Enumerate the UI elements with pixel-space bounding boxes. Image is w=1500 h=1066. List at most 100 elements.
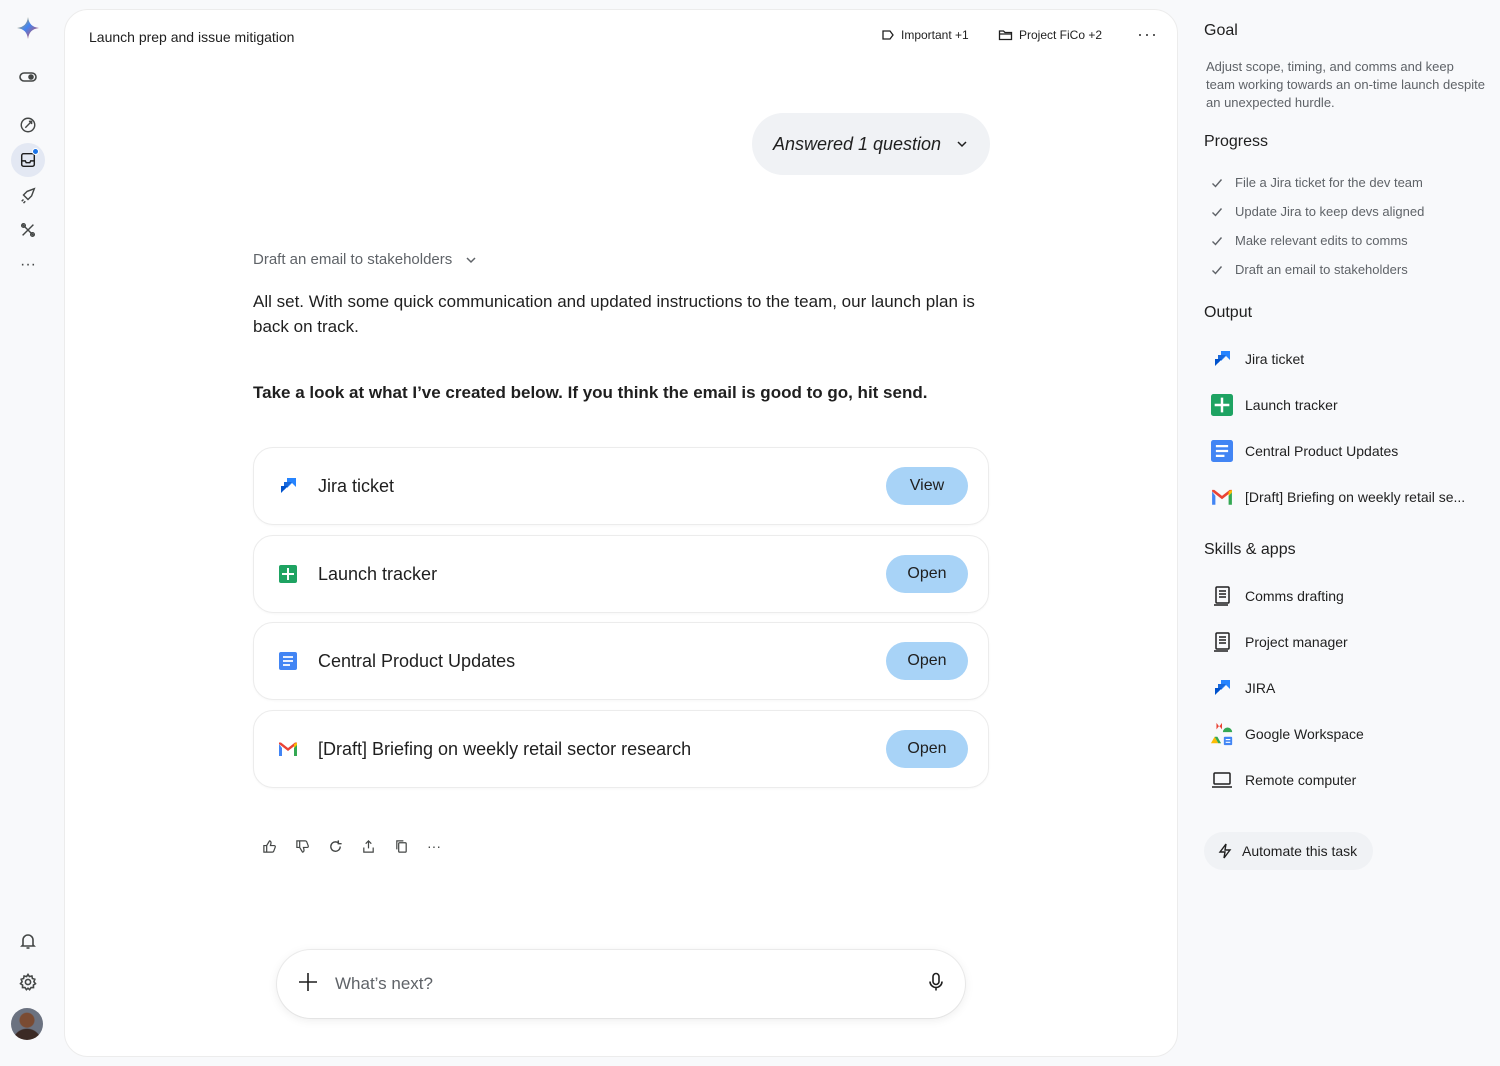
docs-icon: [1210, 439, 1234, 463]
bell-icon[interactable]: [11, 924, 45, 958]
skill-item-google-workspace[interactable]: Google Workspace: [1210, 720, 1364, 748]
checkmark-icon: [1212, 178, 1223, 188]
output-item-jira[interactable]: Jira ticket: [1210, 347, 1304, 371]
laptop-icon: [1210, 768, 1234, 792]
automate-task-button[interactable]: Automate this task: [1204, 832, 1374, 870]
sheets-icon: [276, 562, 300, 586]
progress-heading: Progress: [1204, 133, 1269, 150]
artifact-card-draft-email[interactable]: [Draft] Briefing on weekly retail sector…: [253, 710, 989, 788]
output-heading: Output: [1204, 304, 1253, 321]
goal-heading: Goal: [1204, 22, 1238, 39]
artifact-card-jira[interactable]: Jira ticket View: [253, 447, 989, 525]
sheets-icon: [1210, 393, 1234, 417]
main-conversation: Launch prep and issue mitigation Importa…: [64, 9, 1178, 1057]
progress-item: Update Jira to keep devs aligned: [1210, 204, 1424, 219]
skill-item-label: Project manager: [1245, 634, 1348, 650]
output-item-label: [Draft] Briefing on weekly retail se...: [1245, 489, 1466, 505]
skill-item-label: JIRA: [1245, 680, 1276, 696]
artifact-card-label: Jira ticket: [318, 475, 395, 496]
regenerate-icon[interactable]: [327, 837, 343, 855]
progress-item-label: Draft an email to stakeholders: [1235, 262, 1408, 277]
artifact-card-central-product-updates[interactable]: Central Product Updates Open: [253, 622, 989, 700]
more-options-button[interactable]: ···: [1137, 24, 1158, 45]
project-chip-text: Project FiCo +2: [1019, 28, 1103, 42]
label-chip[interactable]: Important +1: [881, 28, 969, 42]
artifact-card-label: [Draft] Briefing on weekly retail sector…: [318, 738, 692, 759]
artifact-card-launch-tracker[interactable]: Launch tracker Open: [253, 535, 989, 613]
page-title: Launch prep and issue mitigation: [89, 29, 295, 45]
progress-item-label: Update Jira to keep devs aligned: [1235, 204, 1425, 219]
rocket-icon[interactable]: [11, 178, 45, 212]
more-icon[interactable]: ···: [11, 248, 45, 282]
answered-question-pill[interactable]: Answered 1 question: [752, 113, 990, 175]
microphone-icon[interactable]: [927, 972, 945, 997]
gmail-icon: [1210, 485, 1234, 509]
chevron-down-icon: [957, 141, 967, 148]
document-icon: [1210, 630, 1234, 654]
output-item-draft-email[interactable]: [Draft] Briefing on weekly retail se...: [1210, 485, 1465, 509]
user-avatar[interactable]: [11, 1008, 43, 1040]
view-button[interactable]: View: [886, 467, 968, 505]
label-tag-icon: [882, 30, 894, 40]
notification-dot: [32, 148, 39, 155]
jira-icon: [1210, 676, 1234, 700]
step-expander[interactable]: Draft an email to stakeholders: [253, 251, 478, 268]
thumbs-up-icon[interactable]: [261, 837, 277, 855]
lightning-bolt-icon: [1218, 843, 1232, 859]
answered-question-label: Answered 1 question: [772, 133, 942, 154]
checkmark-icon: [1212, 236, 1223, 246]
progress-item: Make relevant edits to comms: [1210, 233, 1408, 248]
skill-item-project-manager[interactable]: Project manager: [1210, 630, 1348, 654]
artifact-card-label: Launch tracker: [318, 563, 438, 584]
settings-gear-icon[interactable]: [11, 965, 45, 999]
copy-icon[interactable]: [393, 837, 409, 855]
workspace-icon: [1210, 720, 1234, 748]
docs-icon: [276, 649, 300, 673]
prompt-composer: [277, 950, 965, 1018]
open-button[interactable]: Open: [886, 555, 968, 593]
task-details-panel: Goal Adjust scope, timing, and comms and…: [1204, 0, 1494, 1066]
inbox-icon[interactable]: [11, 143, 45, 177]
more-actions-button[interactable]: ···: [426, 837, 442, 855]
checkmark-icon: [1212, 207, 1223, 217]
gemini-logo-icon[interactable]: [11, 11, 45, 45]
gmail-icon: [276, 737, 300, 761]
tools-icon[interactable]: [11, 213, 45, 247]
label-chip-text: Important +1: [901, 28, 969, 42]
output-item-central-product-updates[interactable]: Central Product Updates: [1210, 439, 1398, 463]
project-chip[interactable]: Project FiCo +2: [998, 28, 1102, 42]
skill-item-jira[interactable]: JIRA: [1210, 676, 1275, 700]
left-rail: ···: [0, 0, 56, 1066]
output-item-label: Launch tracker: [1245, 397, 1338, 413]
folder-icon: [998, 30, 1013, 41]
jira-icon: [276, 474, 300, 498]
thumbs-down-icon[interactable]: [294, 837, 310, 855]
response-instruction: Take a look at what I’ve created below. …: [253, 383, 928, 402]
skill-item-remote-computer[interactable]: Remote computer: [1210, 768, 1356, 792]
artifact-card-label: Central Product Updates: [318, 650, 516, 671]
open-button[interactable]: Open: [886, 642, 968, 680]
output-item-label: Central Product Updates: [1245, 443, 1399, 459]
open-button[interactable]: Open: [886, 730, 968, 768]
new-task-icon[interactable]: [11, 108, 45, 142]
progress-item-label: File a Jira ticket for the dev team: [1235, 175, 1423, 190]
progress-item: File a Jira ticket for the dev team: [1210, 175, 1423, 190]
output-item-label: Jira ticket: [1245, 351, 1305, 367]
skill-item-comms-drafting[interactable]: Comms drafting: [1210, 584, 1344, 608]
progress-item: Draft an email to stakeholders: [1210, 262, 1408, 277]
document-icon: [1210, 584, 1234, 608]
skill-item-label: Comms drafting: [1245, 588, 1344, 604]
toggle-panel-icon[interactable]: [11, 60, 45, 94]
automate-task-label: Automate this task: [1242, 843, 1358, 859]
goal-text: Adjust scope, timing, and comms and keep…: [1206, 59, 1485, 110]
response-actions: ···: [261, 837, 442, 855]
skills-heading: Skills & apps: [1204, 541, 1296, 558]
prompt-input[interactable]: [335, 974, 927, 994]
response-paragraph: All set. With some quick communication a…: [253, 292, 975, 336]
share-icon[interactable]: [360, 837, 376, 855]
output-item-launch-tracker[interactable]: Launch tracker: [1210, 393, 1338, 417]
skill-item-label: Google Workspace: [1245, 726, 1364, 742]
jira-icon: [1210, 347, 1234, 371]
skill-item-label: Remote computer: [1245, 772, 1357, 788]
add-attachment-icon[interactable]: [297, 971, 319, 998]
